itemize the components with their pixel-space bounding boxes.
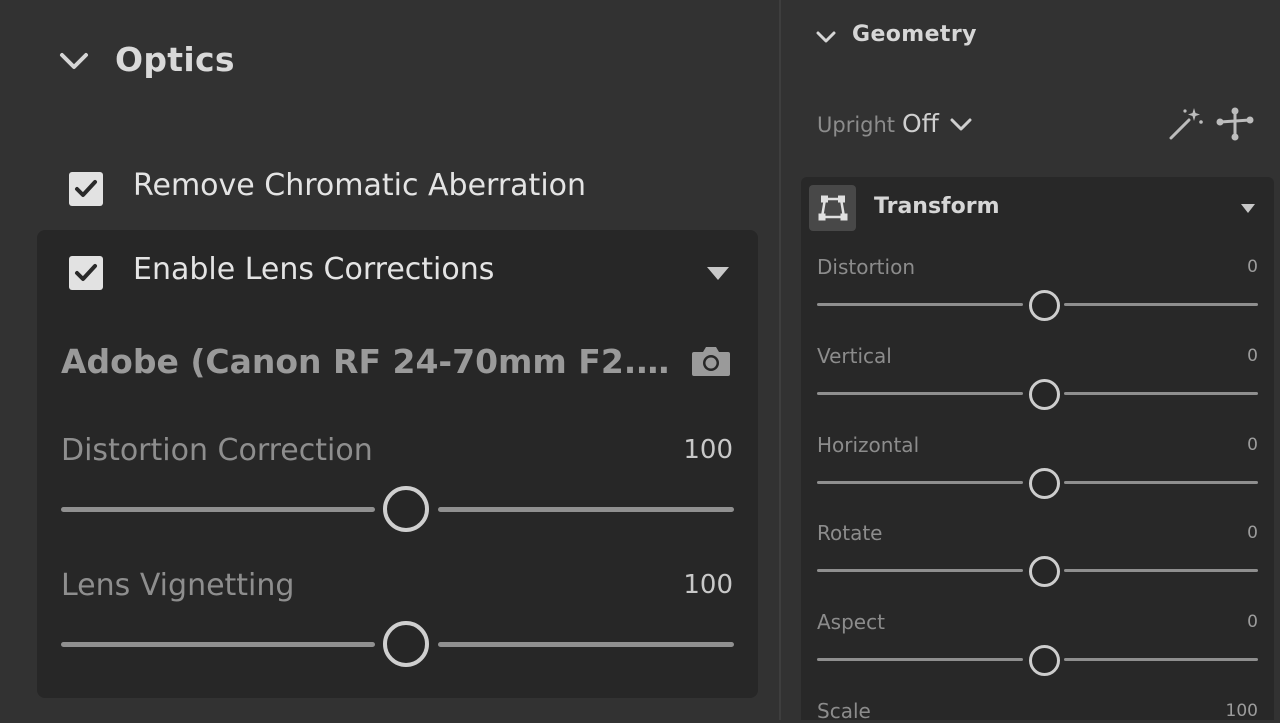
scale-label: Scale: [817, 699, 871, 723]
enable-lens-corrections-label[interactable]: Enable Lens Corrections: [133, 252, 494, 287]
distortion-correction-label: Distortion Correction: [61, 433, 373, 468]
transform-icon: [818, 195, 847, 221]
triangle-down-icon[interactable]: [1241, 204, 1255, 213]
horizontal-label: Horizontal: [817, 432, 920, 457]
distortion-thumb[interactable]: [1029, 290, 1060, 321]
vertical-label: Vertical: [817, 343, 892, 368]
rotate-label: Rotate: [817, 521, 883, 546]
distortion-label: Distortion: [817, 255, 915, 279]
guided-upright-icon[interactable]: [1216, 105, 1254, 143]
horizontal-track-left[interactable]: [817, 480, 1023, 484]
horizontal-thumb[interactable]: [1029, 467, 1060, 499]
checkmark-icon: [75, 180, 97, 197]
distortion-correction-value[interactable]: 100: [633, 435, 733, 465]
lens-vignetting-track-left[interactable]: [61, 642, 375, 647]
optics-section-title[interactable]: Optics: [115, 40, 235, 79]
rotate-track-right[interactable]: [1064, 569, 1258, 573]
distortion-track-left[interactable]: [817, 303, 1023, 306]
aspect-value[interactable]: 0: [1198, 612, 1258, 632]
chevron-down-icon[interactable]: [59, 47, 89, 77]
distortion-correction-thumb[interactable]: [383, 486, 429, 532]
aspect-track-right[interactable]: [1064, 658, 1258, 662]
remove-ca-checkbox[interactable]: [69, 172, 103, 206]
rotate-track-left[interactable]: [817, 569, 1023, 573]
camera-icon[interactable]: [690, 344, 732, 378]
remove-ca-label[interactable]: Remove Chromatic Aberration: [133, 168, 586, 203]
transform-icon-button[interactable]: [809, 185, 856, 231]
horizontal-value[interactable]: 0: [1198, 435, 1258, 455]
enable-lens-corrections-checkbox[interactable]: [69, 256, 103, 290]
upright-label: Upright: [817, 113, 896, 137]
vertical-track-left[interactable]: [817, 391, 1023, 395]
lens-vignetting-thumb[interactable]: [383, 621, 429, 667]
chevron-down-icon[interactable]: [816, 27, 836, 47]
vertical-track-right[interactable]: [1064, 391, 1258, 395]
vertical-thumb[interactable]: [1029, 378, 1060, 410]
lens-vignetting-label: Lens Vignetting: [61, 568, 295, 603]
distortion-track-right[interactable]: [1064, 303, 1258, 306]
checkmark-icon: [75, 264, 97, 281]
upright-dropdown[interactable]: Off: [902, 109, 939, 138]
distortion-correction-track-left[interactable]: [61, 507, 375, 512]
lens-profile-name[interactable]: Adobe (Canon RF 24-70mm F2.8 L...: [61, 342, 673, 381]
chevron-down-icon[interactable]: [950, 116, 972, 134]
distortion-correction-track-right[interactable]: [438, 507, 734, 512]
aspect-thumb[interactable]: [1029, 645, 1060, 677]
vertical-value[interactable]: 0: [1198, 346, 1258, 366]
horizontal-track-right[interactable]: [1064, 480, 1258, 484]
geometry-section-title[interactable]: Geometry: [852, 22, 977, 47]
distortion-value[interactable]: 0: [1198, 257, 1258, 277]
transform-title[interactable]: Transform: [874, 194, 1000, 219]
triangle-down-icon[interactable]: [707, 267, 729, 280]
magic-wand-icon[interactable]: [1167, 106, 1205, 142]
rotate-value[interactable]: 0: [1198, 523, 1258, 543]
aspect-track-left[interactable]: [817, 658, 1023, 662]
lens-vignetting-track-right[interactable]: [438, 642, 734, 647]
lens-vignetting-value[interactable]: 100: [633, 570, 733, 600]
scale-value[interactable]: 100: [1198, 701, 1258, 721]
aspect-label: Aspect: [817, 610, 885, 635]
